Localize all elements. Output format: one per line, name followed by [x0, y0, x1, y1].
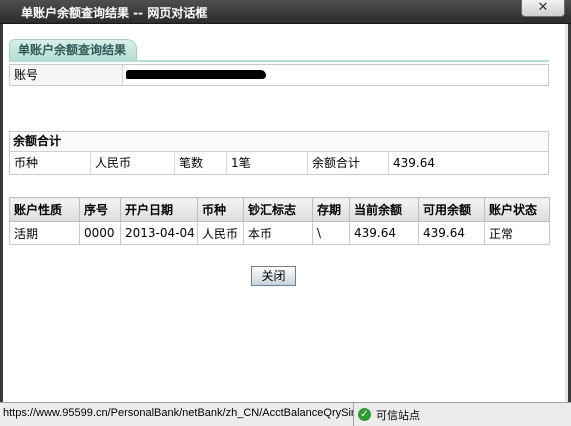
table-row: 活期 0000 2013-04-04 人民币 本币 \ 439.64 439.6… — [9, 221, 550, 245]
account-label: 账号 — [10, 65, 123, 85]
account-detail-table: 账户性质 序号 开户日期 币种 钞汇标志 存期 当前余额 可用余额 账户状态 活… — [9, 197, 550, 245]
column-header: 存期 — [312, 197, 350, 222]
summary-total-label: 余额合计 — [308, 152, 389, 174]
column-header: 币种 — [197, 197, 244, 222]
account-row: 账号 — [9, 64, 549, 86]
summary-currency-label: 币种 — [10, 152, 91, 174]
status-url: https://www.95599.cn/PersonalBank/netBan… — [0, 403, 354, 426]
close-button[interactable]: 关闭 — [251, 266, 296, 286]
balance-summary-section: 余额合计 币种 人民币 笔数 1笔 余额合计 439.64 — [9, 131, 549, 175]
summary-count-value: 1笔 — [227, 152, 308, 174]
table-cell: \ — [312, 221, 350, 245]
column-header: 钞汇标志 — [243, 197, 313, 222]
table-cell: 439.64 — [349, 221, 419, 245]
window-title: 单账户余额查询结果 -- 网页对话框 — [21, 6, 208, 20]
column-header: 可用余额 — [418, 197, 485, 222]
window-titlebar: 单账户余额查询结果 -- 网页对话框 ✕ — [0, 0, 571, 24]
table-cell: 活期 — [9, 221, 80, 245]
redacted-account-number — [126, 70, 266, 79]
check-icon: ✓ — [358, 408, 371, 421]
table-cell: 439.64 — [418, 221, 485, 245]
account-value — [123, 65, 548, 85]
table-cell: 2013-04-04 — [120, 221, 198, 245]
summary-total-value: 439.64 — [393, 156, 435, 170]
window-close-icon[interactable]: ✕ — [521, 0, 565, 17]
dialog-content: 单账户余额查询结果 账号 余额合计 币种 人民币 笔数 1笔 余额合计 439.… — [0, 24, 571, 402]
summary-row: 币种 人民币 笔数 1笔 余额合计 439.64 — [10, 152, 548, 174]
table-cell: 人民币 — [197, 221, 244, 245]
summary-count-label: 笔数 — [175, 152, 227, 174]
table-header-row: 账户性质 序号 开户日期 币种 钞汇标志 存期 当前余额 可用余额 账户状态 — [9, 197, 550, 222]
status-bar: https://www.95599.cn/PersonalBank/netBan… — [0, 402, 571, 426]
tab-balance-query-result: 单账户余额查询结果 — [9, 39, 138, 61]
column-header: 账户状态 — [484, 197, 550, 222]
scrollbar[interactable] — [565, 24, 568, 402]
column-header: 账户性质 — [9, 197, 80, 222]
trusted-site-indicator: ✓ 可信站点 — [354, 403, 420, 426]
table-cell: 本币 — [243, 221, 313, 245]
tab-underline — [9, 60, 549, 62]
column-header: 序号 — [79, 197, 121, 222]
table-cell: 正常 — [484, 221, 550, 245]
column-header: 当前余额 — [349, 197, 419, 222]
column-header: 开户日期 — [120, 197, 198, 222]
table-cell: 0000 — [79, 221, 121, 245]
summary-title: 余额合计 — [10, 132, 548, 152]
summary-currency-value: 人民币 — [91, 152, 175, 174]
trusted-site-label: 可信站点 — [376, 408, 420, 422]
